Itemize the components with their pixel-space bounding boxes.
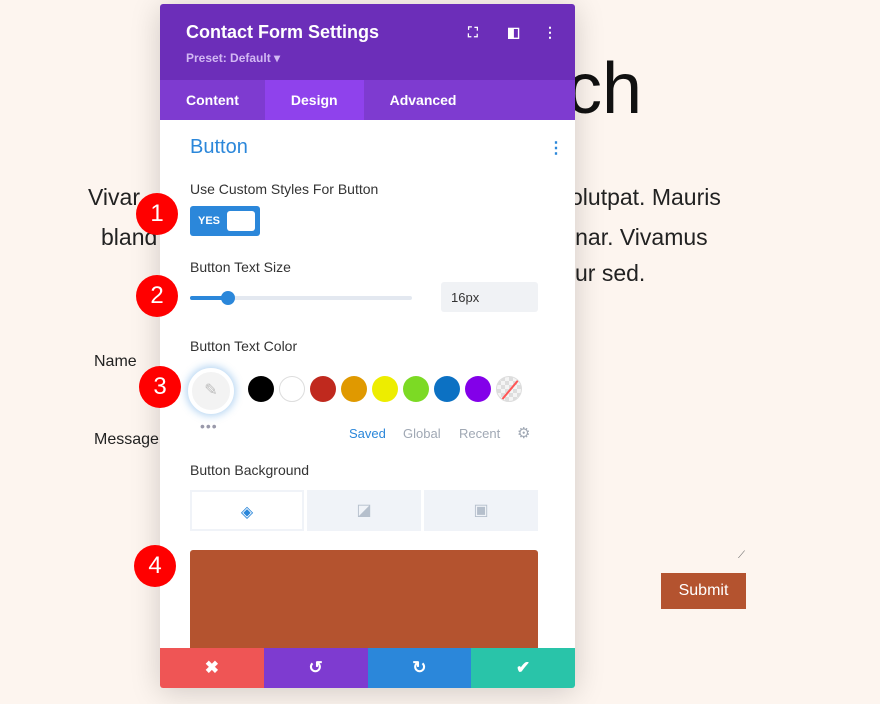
color-swatch[interactable] [279,376,305,402]
heading-fragment: ch [566,49,643,129]
eyedropper-icon[interactable]: ✎ [188,368,234,414]
panel-title: Contact Form Settings [186,22,380,42]
more-swatches-icon[interactable]: ••• [200,418,218,434]
palette-tab-recent[interactable]: Recent [459,426,500,441]
color-swatch[interactable] [341,376,367,402]
panel-tabs: Content Design Advanced [160,80,575,120]
palette-tab-saved[interactable]: Saved [349,426,386,441]
color-swatch[interactable] [372,376,398,402]
palette-settings-gear-icon[interactable]: ⚙ [517,424,530,442]
background-color-preview[interactable] [190,550,538,648]
slider-handle[interactable] [221,291,235,305]
paragraph-right-1: olutpat. Mauris [570,184,721,210]
more-options-icon[interactable]: ⋮ [543,24,557,41]
section-title[interactable]: Button [190,136,248,159]
color-swatch[interactable] [434,376,460,402]
color-swatch[interactable] [465,376,491,402]
annotation-2: 2 [136,275,178,317]
panel-footer: ✖ ↺ ↻ ✔ [160,648,575,688]
text-color-label: Button Text Color [190,338,298,354]
tab-advanced[interactable]: Advanced [364,80,483,120]
annotation-4: 4 [134,545,176,587]
sidebar-layout-icon[interactable]: ◧ [507,24,520,41]
image-icon[interactable]: ▣ [424,490,538,531]
custom-styles-toggle[interactable]: YES [190,206,260,236]
redo-icon[interactable]: ↻ [367,648,472,688]
undo-icon[interactable]: ↺ [263,648,368,688]
gradient-icon[interactable]: ◪ [307,490,421,531]
color-swatch[interactable] [248,376,274,402]
palette-tab-global[interactable]: Global [403,426,441,441]
swatch-none-icon[interactable] [496,376,522,402]
text-size-label: Button Text Size [190,259,291,275]
save-check-icon[interactable]: ✔ [471,648,575,688]
tab-design[interactable]: Design [264,80,364,120]
panel-body: Button ⋮ Use Custom Styles For Button YE… [160,120,575,648]
toggle-label: YES [198,215,221,227]
close-icon[interactable]: ✖ [160,648,264,688]
submit-button[interactable]: Submit [661,573,746,609]
background-label: Button Background [190,462,310,478]
text-size-input[interactable]: 16px [441,282,538,312]
settings-panel: Contact Form Settings Preset: Default ▾ … [160,4,575,688]
paragraph-right-2: inar. Vivamus [570,224,708,250]
panel-header: Contact Form Settings Preset: Default ▾ … [160,4,575,80]
paragraph-right-3: ur sed. [575,260,646,286]
tab-content[interactable]: Content [160,80,265,120]
paragraph-left-1: Vivar [88,184,140,210]
name-label: Name [94,353,137,370]
section-menu-icon[interactable]: ⋮ [548,138,564,158]
custom-styles-label: Use Custom Styles For Button [190,181,379,197]
color-swatch[interactable] [403,376,429,402]
annotation-3: 3 [139,366,181,408]
preset-dropdown[interactable]: Preset: Default ▾ [186,51,280,65]
textarea-resize-handle[interactable]: ⟋ [738,550,745,561]
fullscreen-icon[interactable]: ⛶ [468,24,478,41]
paint-bucket-icon[interactable]: ◈ [190,490,304,531]
annotation-1: 1 [136,193,178,235]
color-swatch[interactable] [310,376,336,402]
message-label: Message [94,431,159,448]
